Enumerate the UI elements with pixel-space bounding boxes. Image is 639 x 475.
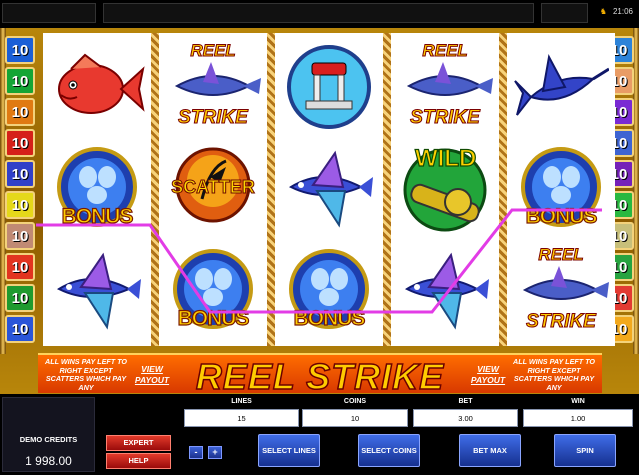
reel-divider xyxy=(383,33,391,346)
bet-stat: BET 3.00 xyxy=(413,398,518,429)
top-message-box xyxy=(103,3,534,23)
bet-max-button[interactable]: BET MAX xyxy=(459,434,521,467)
scatter-label: SCATTER xyxy=(171,177,256,198)
line-tile-left: 10 xyxy=(5,253,35,281)
line-tile-left: 10 xyxy=(5,191,35,219)
game-logo: REEL STRIKE xyxy=(195,355,445,398)
line-tile-left: 10 xyxy=(5,315,35,343)
coins-label: COINS xyxy=(302,398,408,409)
symbol-flying-fish xyxy=(279,141,379,237)
reel-divider xyxy=(499,33,507,346)
symbol-bonus: BONUS xyxy=(163,243,263,339)
reel-logo-top: REEL xyxy=(538,245,584,265)
reel-4: REEL STRIKE WILD xyxy=(391,33,499,346)
decrease-button[interactable]: - xyxy=(189,446,203,459)
reel-5: BONUS REEL STRIKE xyxy=(507,33,615,346)
credits-value: 1 998.00 xyxy=(25,454,72,468)
win-value: 1.00 xyxy=(523,409,633,427)
symbol-reel-strike: REEL STRIKE xyxy=(395,39,495,135)
paytable-bar: ALL WINS PAY LEFT TO RIGHT EXCEPT SCATTE… xyxy=(38,353,602,398)
help-button[interactable]: HELP xyxy=(106,453,171,469)
control-panel: DEMO CREDITS 1 998.00 LINES 15 COINS 10 … xyxy=(0,394,639,475)
win-label: WIN xyxy=(523,398,633,409)
game-frame: 10 10 10 10 10 10 10 10 10 10 10 10 10 10 10 10 10 10 10 1… xyxy=(0,28,639,398)
credits-label: DEMO CREDITS xyxy=(19,435,78,444)
symbol-bonus: BONUS xyxy=(279,243,379,339)
bet-label: BET xyxy=(413,398,518,409)
reel-divider xyxy=(267,33,275,346)
win-stat: WIN 1.00 xyxy=(523,398,633,429)
strike-logo-bottom: STRIKE xyxy=(410,107,481,129)
line-tile-left: 10 xyxy=(5,160,35,188)
clock: ♞ 21:06 xyxy=(600,7,633,16)
bonus-label: BONUS xyxy=(61,204,134,228)
top-status-box-left xyxy=(2,3,96,23)
symbol-fishing-chair xyxy=(279,39,379,135)
reels-area: BONUS REEL STRIKE SCATTER BONUS BONUS RE… xyxy=(39,33,615,346)
coins-stat: COINS 10 xyxy=(302,398,408,429)
line-tile-left: 10 xyxy=(5,67,35,95)
line-tile-left: 10 xyxy=(5,222,35,250)
reel-divider xyxy=(151,33,159,346)
strike-logo-bottom: STRIKE xyxy=(526,311,597,333)
reel-3: BONUS xyxy=(275,33,383,346)
symbol-reel-strike: REEL STRIKE xyxy=(511,243,611,339)
line-tile-left: 10 xyxy=(5,129,35,157)
line-tile-left: 10 xyxy=(5,284,35,312)
reel-2: REEL STRIKE SCATTER BONUS xyxy=(159,33,267,346)
bonus-label: BONUS xyxy=(177,306,250,330)
symbol-bonus: BONUS xyxy=(47,141,147,237)
symbol-red-fish xyxy=(47,39,147,135)
symbol-wild: WILD xyxy=(395,141,495,237)
bonus-label: BONUS xyxy=(293,306,366,330)
clock-time: 21:06 xyxy=(612,7,633,16)
reel-1: BONUS xyxy=(43,33,151,346)
view-payout-link-right[interactable]: VIEW PAYOUT xyxy=(466,364,510,386)
symbol-marlin xyxy=(511,39,611,135)
select-lines-button[interactable]: SELECT LINES xyxy=(258,434,320,467)
reel-logo-top: REEL xyxy=(422,41,468,61)
symbol-reel-strike: REEL STRIKE xyxy=(163,39,263,135)
line-tiles-left: 10 10 10 10 10 10 10 10 10 10 xyxy=(5,36,35,346)
line-tile-left: 10 xyxy=(5,98,35,126)
coins-value: 10 xyxy=(302,409,408,427)
top-status-box-right xyxy=(541,3,588,23)
bonus-label: BONUS xyxy=(525,204,598,228)
symbol-scatter: SCATTER xyxy=(163,141,263,237)
lines-stat: LINES 15 xyxy=(184,398,299,429)
spin-button[interactable]: SPIN xyxy=(554,434,616,467)
bell-icon: ♞ xyxy=(599,7,607,16)
strike-logo-bottom: STRIKE xyxy=(178,107,249,129)
credits-display: DEMO CREDITS 1 998.00 xyxy=(2,397,95,472)
symbol-bonus: BONUS xyxy=(511,141,611,237)
select-coins-button[interactable]: SELECT COINS xyxy=(358,434,420,467)
top-bar: ♞ 21:06 xyxy=(0,0,639,28)
increase-button[interactable]: + xyxy=(208,446,222,459)
rules-text-left: ALL WINS PAY LEFT TO RIGHT EXCEPT SCATTE… xyxy=(45,357,127,392)
wild-label: WILD xyxy=(414,144,477,172)
line-tile-left: 10 xyxy=(5,36,35,64)
rules-text-right: ALL WINS PAY LEFT TO RIGHT EXCEPT SCATTE… xyxy=(513,357,595,392)
symbol-flying-fish xyxy=(47,243,147,339)
expert-button[interactable]: EXPERT xyxy=(106,435,171,451)
lines-label: LINES xyxy=(184,398,299,409)
bet-value: 3.00 xyxy=(413,409,518,427)
lines-value: 15 xyxy=(184,409,299,427)
symbol-flying-fish xyxy=(395,243,495,339)
view-payout-link-left[interactable]: VIEW PAYOUT xyxy=(130,364,174,386)
reel-logo-top: REEL xyxy=(190,41,236,61)
